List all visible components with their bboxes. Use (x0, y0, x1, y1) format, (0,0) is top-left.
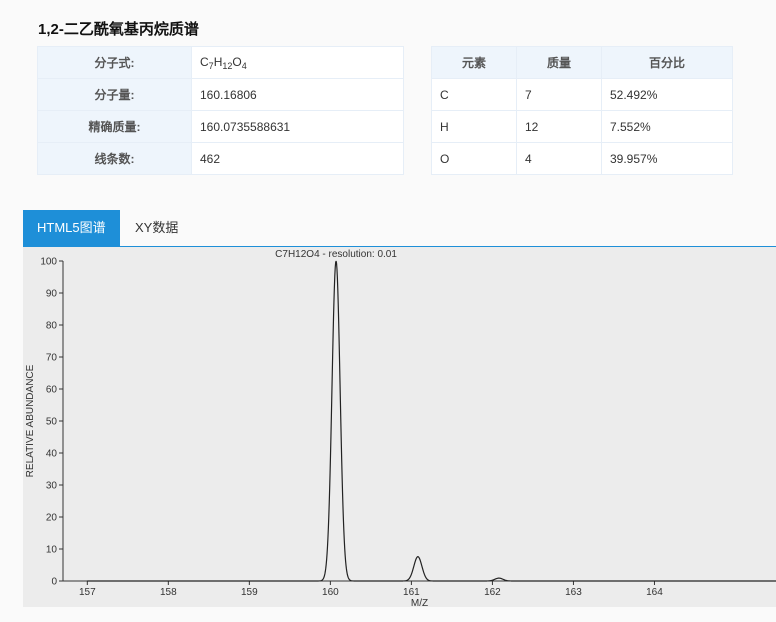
cell-count: 12 (516, 110, 602, 143)
x-tick-label: 163 (565, 587, 582, 598)
x-tick-label: 157 (79, 587, 96, 598)
y-axis-label: RELATIVE ABUNDANCE (25, 364, 36, 477)
chart-title: C7H12O4 - resolution: 0.01 (275, 249, 397, 260)
x-tick-label: 164 (646, 587, 663, 598)
element-table: 元素 质量 百分比 C 7 52.492% H 12 7.552% O 4 39… (431, 46, 733, 175)
view-tabs: HTML5图谱 XY数据 (23, 210, 776, 247)
page-title: 1,2-二乙酰氧基丙烷质谱 (38, 21, 199, 38)
table-row: 精确质量: 160.0735588631 (37, 110, 404, 143)
line-count-label: 线条数: (37, 142, 192, 175)
table-row: O 4 39.957% (431, 142, 733, 175)
formula-info-table: 分子式: C7H12O4 分子量: 160.16806 精确质量: 160.07… (37, 46, 404, 175)
y-tick-label: 30 (46, 481, 58, 492)
x-axis-label: M/Z (411, 598, 428, 607)
cell-count: 7 (516, 78, 602, 111)
header-count: 质量 (516, 46, 602, 79)
mass-spectrum-chart: 0 10 20 30 40 50 60 70 80 90 100 157 158 159 160 161 162… (23, 247, 776, 607)
y-tick-label: 90 (46, 289, 58, 300)
cell-element: O (431, 142, 517, 175)
cell-percent: 39.957% (601, 142, 733, 175)
formula-label: 分子式: (37, 46, 192, 79)
x-tick-label: 159 (241, 587, 258, 598)
header-percent: 百分比 (601, 46, 733, 79)
cell-element: H (431, 110, 517, 143)
mol-weight-label: 分子量: (37, 78, 192, 111)
table-row: H 12 7.552% (431, 110, 733, 143)
x-tick-label: 158 (160, 587, 177, 598)
tab-xy-data[interactable]: XY数据 (121, 210, 192, 246)
mol-weight-value: 160.16806 (191, 78, 404, 111)
y-tick-label: 20 (46, 513, 58, 524)
header-element: 元素 (431, 46, 517, 79)
table-row: 分子式: C7H12O4 (37, 46, 404, 79)
x-tick-label: 162 (484, 587, 501, 598)
exact-mass-value: 160.0735588631 (191, 110, 404, 143)
y-tick-label: 40 (46, 449, 58, 460)
formula-value: C7H12O4 (191, 46, 404, 79)
x-tick-label: 160 (322, 587, 339, 598)
y-tick-label: 70 (46, 353, 58, 364)
y-tick-label: 60 (46, 385, 58, 396)
exact-mass-label: 精确质量: (37, 110, 192, 143)
tab-html5-spectrum[interactable]: HTML5图谱 (23, 210, 120, 246)
y-tick-label: 10 (46, 545, 58, 556)
table-row: 线条数: 462 (37, 142, 404, 175)
y-tick-label: 80 (46, 321, 58, 332)
table-row: C 7 52.492% (431, 78, 733, 111)
table-header-row: 元素 质量 百分比 (431, 46, 733, 79)
x-tick-label: 161 (403, 587, 420, 598)
cell-percent: 52.492% (601, 78, 733, 111)
cell-count: 4 (516, 142, 602, 175)
cell-element: C (431, 78, 517, 111)
line-count-value: 462 (191, 142, 404, 175)
plot-background (23, 247, 776, 607)
y-tick-label: 100 (40, 257, 57, 268)
y-tick-label: 50 (46, 417, 58, 428)
y-tick-label: 0 (51, 577, 57, 588)
cell-percent: 7.552% (601, 110, 733, 143)
table-row: 分子量: 160.16806 (37, 78, 404, 111)
